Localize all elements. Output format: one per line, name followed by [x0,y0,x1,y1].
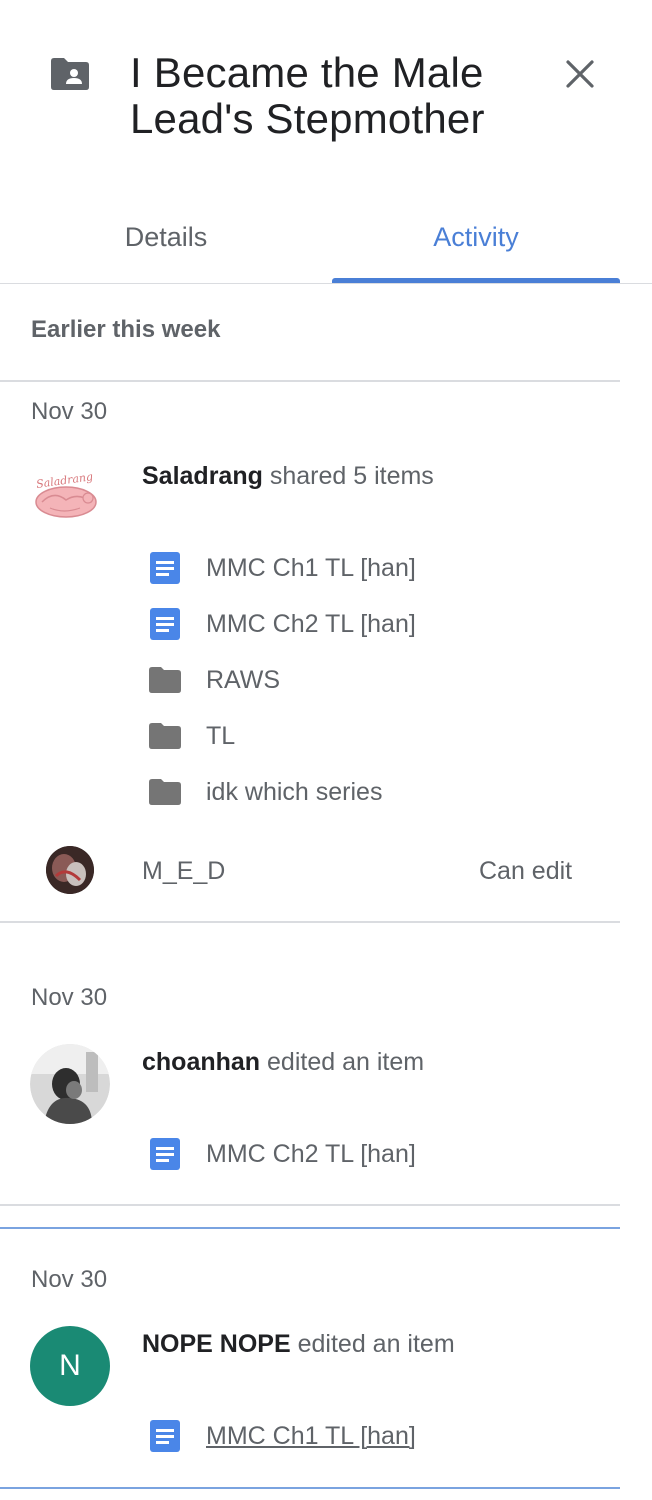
activity-action: edited an item [267,1048,425,1076]
doc-icon [148,607,182,641]
activity-text: Saladrang shared 5 items [142,462,434,491]
activity-user[interactable]: NOPE NOPE [142,1330,291,1358]
close-button[interactable] [560,54,600,94]
activity-text: NOPE NOPE edited an item [142,1330,455,1359]
item-name: RAWS [206,665,281,694]
item-name: MMC Ch1 TL [han] [206,553,416,582]
item-name: idk which series [206,777,383,806]
activity-date: Nov 30 [31,984,108,1011]
divider [0,921,620,923]
divider [0,1204,620,1206]
panel-header: I Became the Male Lead's Stepmother [0,0,652,190]
list-item[interactable]: MMC Ch2 TL [han] [148,606,416,642]
folder-icon [148,775,182,809]
permission-label[interactable]: Can edit [479,857,572,886]
item-name: MMC Ch2 TL [han] [206,609,416,638]
section-label: Earlier this week [31,316,221,343]
doc-icon [148,551,182,585]
list-item[interactable]: MMC Ch1 TL [han] [148,1418,416,1454]
activity-action: edited an item [297,1330,455,1358]
tab-details[interactable]: Details [0,190,332,284]
activity-date: Nov 30 [31,1266,108,1293]
doc-icon [148,1419,182,1453]
focus-divider [0,1227,620,1229]
list-item[interactable]: idk which series [148,774,382,810]
activity-action: shared 5 items [269,462,434,490]
tab-activity[interactable]: Activity [332,190,620,284]
panel-title: I Became the Male Lead's Stepmother [130,49,485,142]
tab-bar: Details Activity [0,190,620,284]
med-avatar-image [46,846,94,894]
item-name: MMC Ch2 TL [han] [206,1139,416,1168]
saladrang-avatar-image [30,462,110,522]
doc-icon [148,1137,182,1171]
shared-folder-icon [51,58,89,90]
folder-icon [148,663,182,697]
list-item[interactable]: MMC Ch2 TL [han] [148,1136,416,1172]
activity-user[interactable]: choanhan [142,1048,260,1076]
avatar-m-e-d[interactable] [46,846,94,894]
folder-icon [148,719,182,753]
item-name: TL [206,721,236,750]
item-name-link[interactable]: MMC Ch1 TL [han] [206,1422,416,1451]
list-item[interactable]: RAWS [148,662,280,698]
list-item[interactable]: TL [148,718,235,754]
activity-text: choanhan edited an item [142,1048,424,1077]
tabs-divider [0,283,652,284]
list-item[interactable]: MMC Ch1 TL [han] [148,550,416,586]
close-icon [566,60,594,88]
avatar-nope-nope[interactable]: N [30,1326,110,1406]
avatar-choanhan[interactable] [30,1044,110,1124]
activity-user[interactable]: Saladrang [142,462,263,490]
activity-date: Nov 30 [31,398,108,425]
choanhan-avatar-image [30,1044,110,1124]
avatar-saladrang[interactable] [30,462,110,522]
focus-divider [0,1487,620,1489]
shared-with-name: M_E_D [142,857,226,885]
divider [0,380,620,382]
